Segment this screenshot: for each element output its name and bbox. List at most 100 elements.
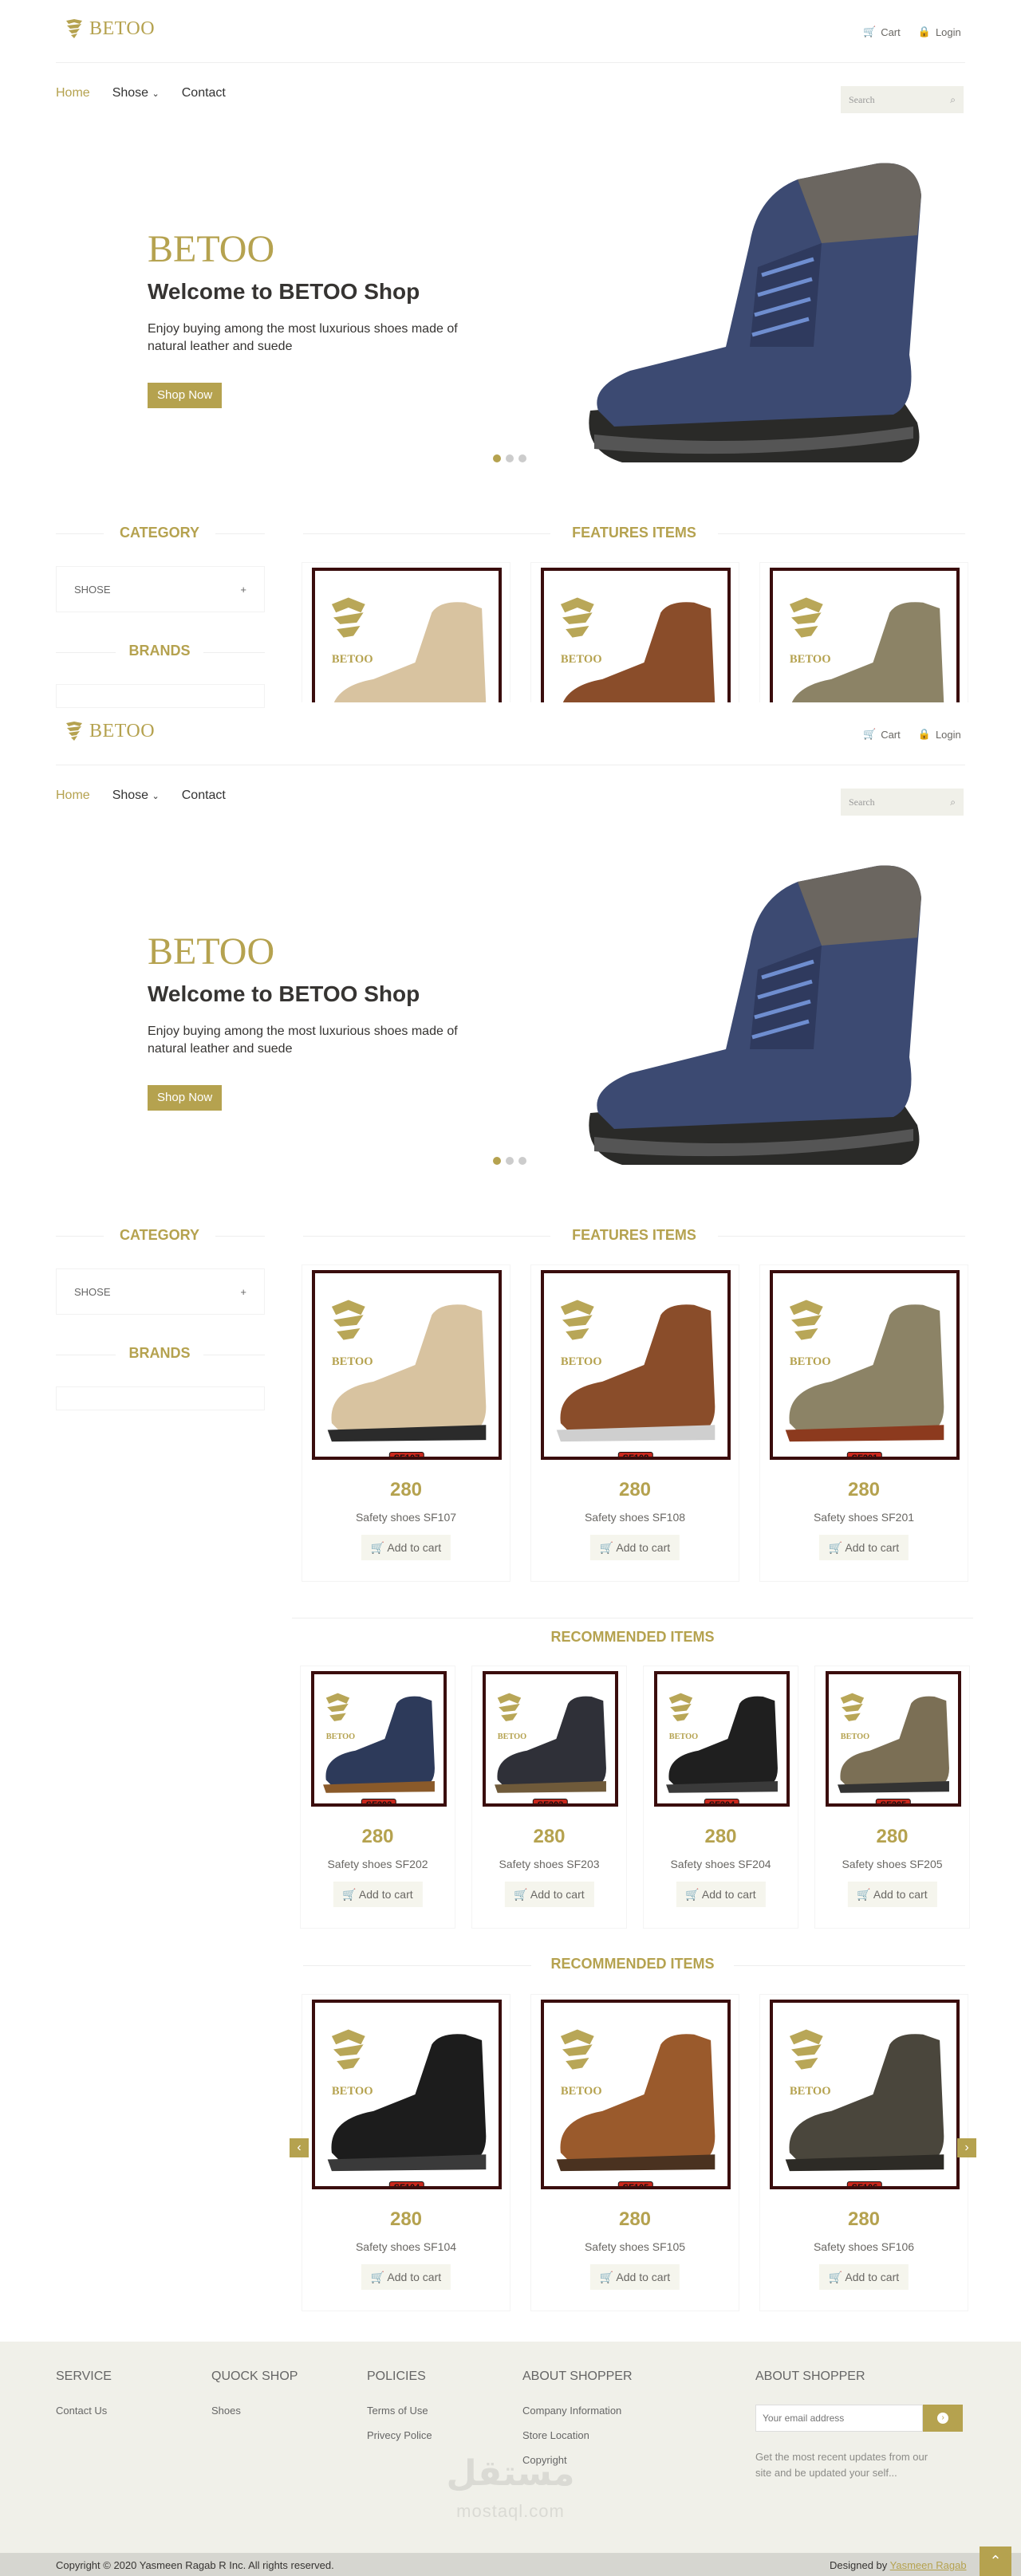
- nav-home[interactable]: Home: [56, 789, 90, 803]
- search-box[interactable]: Search ⌕: [841, 86, 964, 113]
- product-image[interactable]: BETOO SF202: [311, 1671, 447, 1807]
- cart-label: Cart: [881, 26, 901, 38]
- search-placeholder: Search: [849, 93, 875, 105]
- footer-link-contact[interactable]: Contact Us: [56, 2405, 112, 2417]
- copyright-text: Copyright © 2020 Yasmeen Ragab R Inc. Al…: [56, 2559, 334, 2571]
- carousel-next-button[interactable]: ›: [957, 2138, 976, 2157]
- add-to-cart-button[interactable]: 🛒 Add to cart: [818, 2264, 909, 2290]
- arrow-circle-icon: ›: [937, 2413, 949, 2424]
- carousel-dot-2[interactable]: [506, 1157, 514, 1165]
- hero-text: Enjoy buying among the most luxurious sh…: [148, 322, 458, 353]
- hero-subtitle: Welcome to BETOO Shop: [148, 981, 420, 1006]
- search-icon: ⌕: [950, 796, 956, 808]
- designer-link[interactable]: Yasmeen Ragab: [890, 2559, 967, 2571]
- add-to-cart-label: Add to cart: [845, 1541, 900, 1554]
- search-box[interactable]: Search ⌕: [841, 789, 964, 816]
- product-image[interactable]: BETOO SF204: [654, 1671, 790, 1807]
- product-image[interactable]: BETOO SF106: [770, 2000, 960, 2189]
- add-to-cart-button[interactable]: 🛒 Add to cart: [361, 2264, 451, 2290]
- cart-link[interactable]: 🛒 Cart: [863, 26, 901, 38]
- category-item-shose[interactable]: SHOSE +: [56, 1268, 265, 1315]
- footer-about-title: ABOUT SHOPPER: [522, 2370, 633, 2383]
- add-to-cart-button[interactable]: 🛒 Add to cart: [818, 1535, 909, 1560]
- product-image[interactable]: BETOOSF108: [541, 1270, 731, 1460]
- carousel-dot-3[interactable]: [518, 1157, 526, 1165]
- add-to-cart-button[interactable]: 🛒 Add to cart: [589, 2264, 680, 2290]
- nav-shose[interactable]: Shose ⌄: [112, 789, 160, 803]
- footer-link-shoes[interactable]: Shoes: [211, 2405, 298, 2417]
- features-title: FEATURES ITEMS: [550, 1227, 718, 1244]
- carousel-prev-button[interactable]: ‹: [290, 2138, 309, 2157]
- cart-link[interactable]: 🛒 Cart: [863, 728, 901, 741]
- login-label: Login: [935, 26, 961, 38]
- svg-text:BETOO: BETOO: [561, 1355, 602, 1368]
- product-name: Safety shoes SF104: [355, 2240, 457, 2253]
- carousel-dots[interactable]: [493, 454, 526, 462]
- product-name: Safety shoes SF205: [842, 1858, 943, 1870]
- svg-text:BETOO: BETOO: [498, 1732, 526, 1741]
- product-image[interactable]: BETOOSF201: [770, 568, 960, 702]
- add-to-cart-label: Add to cart: [616, 2271, 671, 2283]
- carousel-dot-1[interactable]: [493, 454, 501, 462]
- svg-text:BETOO: BETOO: [790, 653, 831, 666]
- nav-contact[interactable]: Contact: [182, 789, 226, 803]
- add-to-cart-button[interactable]: 🛒 Add to cart: [847, 1882, 937, 1907]
- hero-boot-image: [558, 147, 933, 485]
- product-image[interactable]: BETOO SF104: [312, 2000, 502, 2189]
- recommended-title: RECOMMENDED ITEMS: [531, 1629, 734, 1646]
- product-name: Safety shoes SF108: [584, 1511, 686, 1524]
- footer-link-company[interactable]: Company Information: [522, 2405, 633, 2417]
- product-sku: SF202: [361, 1799, 397, 1803]
- product-image[interactable]: BETOO SF105: [541, 2000, 731, 2189]
- footer-policies-title: POLICIES: [367, 2370, 426, 2383]
- product-image[interactable]: BETOOSF201: [770, 1270, 960, 1460]
- product-price: 280: [618, 1479, 652, 1500]
- newsletter-email-input[interactable]: [755, 2405, 924, 2432]
- add-to-cart-button[interactable]: 🛒 Add to cart: [504, 1882, 594, 1907]
- add-to-cart-button[interactable]: 🛒 Add to cart: [333, 1882, 423, 1907]
- nav-shose-label: Shose: [112, 86, 149, 100]
- nav-shose[interactable]: Shose ⌄: [112, 86, 160, 100]
- search-icon: ⌕: [950, 93, 956, 105]
- product-image[interactable]: BETOOSF107: [312, 568, 502, 702]
- add-to-cart-button[interactable]: 🛒 Add to cart: [361, 1535, 451, 1560]
- footer-link-terms[interactable]: Terms of Use: [367, 2405, 432, 2417]
- cart-icon: 🛒: [828, 2271, 843, 2283]
- login-link[interactable]: 🔒 Login: [918, 26, 961, 38]
- carousel-dot-1[interactable]: [493, 1157, 501, 1165]
- cart-icon: 🛒: [857, 1888, 871, 1901]
- product-card: BETOO SF203 280 Safety shoes SF203 🛒 Add to …: [471, 1666, 627, 1929]
- cart-icon: 🛒: [370, 1541, 385, 1554]
- carousel-dot-2[interactable]: [506, 454, 514, 462]
- carousel-dots[interactable]: [493, 1157, 526, 1165]
- carousel-dot-3[interactable]: [518, 454, 526, 462]
- scroll-top-button[interactable]: ⌃: [980, 2547, 1011, 2576]
- login-link[interactable]: 🔒 Login: [918, 728, 961, 741]
- footer-link-store[interactable]: Store Location: [522, 2429, 633, 2441]
- shop-now-button[interactable]: Shop Now: [148, 383, 223, 408]
- shop-now-button[interactable]: Shop Now: [148, 1085, 223, 1111]
- logo[interactable]: BETOO: [64, 18, 155, 40]
- nav-home[interactable]: Home: [56, 86, 90, 100]
- logo[interactable]: BETOO: [64, 720, 155, 742]
- product-image[interactable]: BETOO SF205: [826, 1671, 961, 1807]
- brands-title: BRANDS: [116, 1345, 203, 1362]
- lock-icon: 🔒: [917, 728, 931, 740]
- add-to-cart-button[interactable]: 🛒 Add to cart: [589, 1535, 680, 1560]
- cart-icon: 🛒: [370, 2271, 385, 2283]
- product-price: 280: [847, 2208, 881, 2230]
- cart-icon: 🛒: [599, 2271, 614, 2283]
- svg-text:BETOO: BETOO: [841, 1732, 869, 1741]
- footer-link-privacy[interactable]: Privecy Police: [367, 2429, 432, 2441]
- newsletter-submit-button[interactable]: ›: [923, 2405, 963, 2432]
- product-image[interactable]: BETOO SF203: [483, 1671, 618, 1807]
- product-name: Safety shoes SF107: [355, 1511, 457, 1524]
- add-to-cart-label: Add to cart: [358, 1888, 413, 1901]
- add-to-cart-label: Add to cart: [616, 1541, 671, 1554]
- hero-subtitle: Welcome to BETOO Shop: [148, 279, 420, 304]
- add-to-cart-button[interactable]: 🛒 Add to cart: [676, 1882, 766, 1907]
- nav-contact[interactable]: Contact: [182, 86, 226, 100]
- product-image[interactable]: BETOOSF108: [541, 568, 731, 702]
- product-image[interactable]: BETOOSF107: [312, 1270, 502, 1460]
- add-to-cart-label: Add to cart: [387, 1541, 442, 1554]
